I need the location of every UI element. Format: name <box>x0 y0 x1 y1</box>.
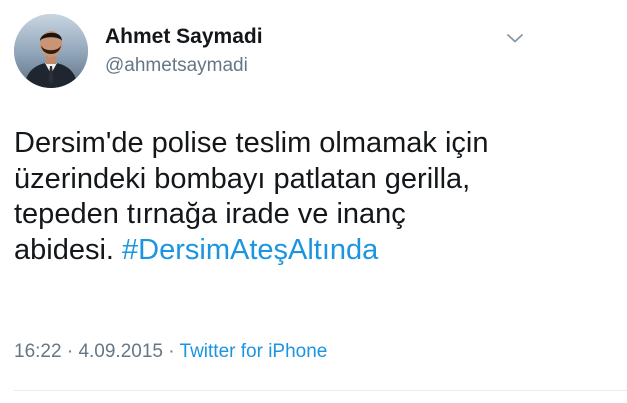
meta-separator: · <box>66 341 74 362</box>
tweet-source-link[interactable]: Twitter for iPhone <box>180 341 328 362</box>
user-handle[interactable]: @ahmetsaymadi <box>105 55 248 77</box>
tweet-time: 16:22 <box>14 341 62 362</box>
profile-photo-icon <box>14 14 88 88</box>
tweet-text-line: üzerindeki bombayı patlatan gerilla, <box>14 162 471 195</box>
divider <box>14 390 627 391</box>
tweet-text-line: abidesi. #DersimAteşAltında <box>14 233 614 269</box>
hashtag-link[interactable]: #DersimAteşAltında <box>122 234 378 266</box>
chevron-down-icon[interactable] <box>503 26 527 50</box>
avatar[interactable] <box>14 14 88 88</box>
tweet-text-fragment: abidesi. <box>14 233 114 266</box>
tweet-date: 4.09.2015 <box>78 341 163 362</box>
display-name[interactable]: Ahmet Saymadi <box>105 25 263 49</box>
tweet-card: Ahmet Saymadi @ahmetsaymadi Dersim'de po… <box>0 0 627 403</box>
tweet-text-line: Dersim'de polise teslim olmamak için <box>14 127 489 159</box>
tweet-metadata: 16:22 · 4.09.2015 · Twitter for iPhone <box>14 341 327 363</box>
tweet-text-line: tepeden tırnağa irade ve inanç <box>14 198 406 230</box>
meta-separator: · <box>168 341 175 362</box>
tweet-text: Dersim'de polise teslim olmamak için üze… <box>14 126 614 268</box>
